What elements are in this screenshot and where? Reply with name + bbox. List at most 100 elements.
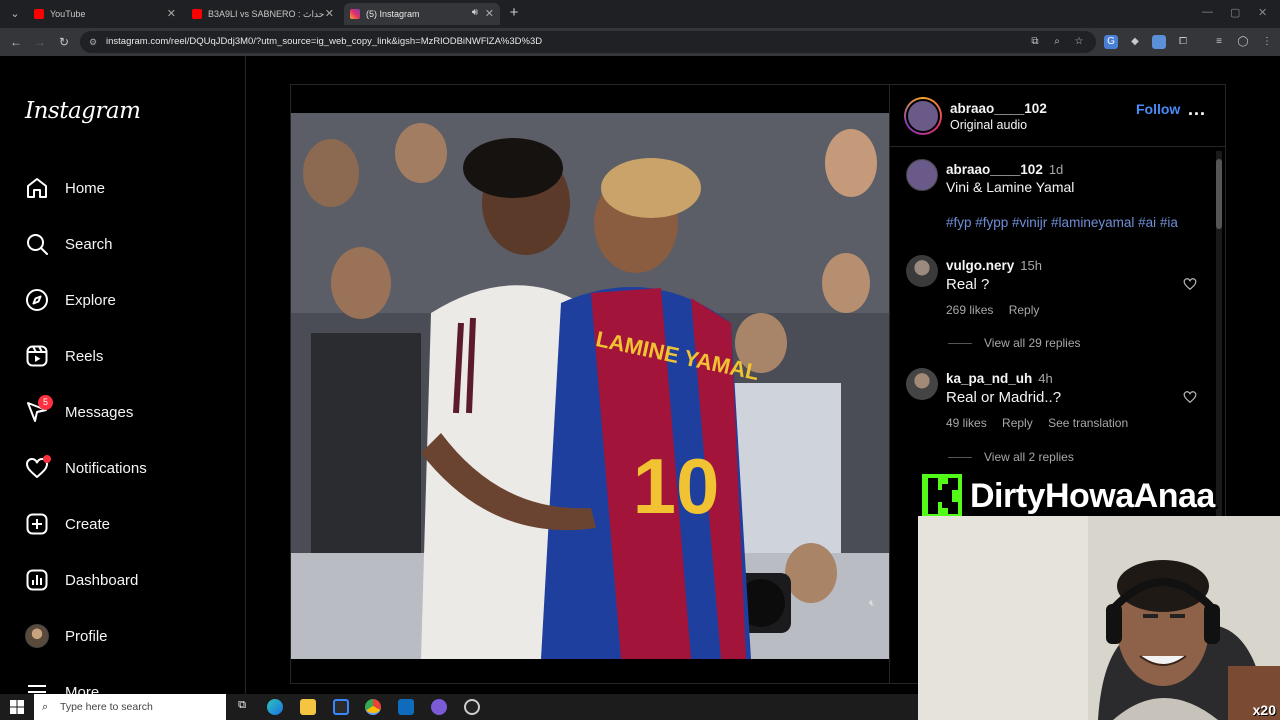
channel-name: DirtyHowaAnaa [970,476,1215,515]
comment-text: Real ? [946,276,990,293]
sidebar-item-label: Profile [65,627,108,645]
browser-toolbar: ← → ↻ ⚙ instagram.com/reel/DQUqJDdj3M0/?… [0,28,1280,56]
file-explorer-icon[interactable] [300,699,316,715]
tab-title: YouTube [50,9,86,19]
comment-username[interactable]: vulgo.nery [946,258,1014,273]
sidebar-item-search[interactable]: Search [25,230,113,258]
author-avatar[interactable] [904,97,942,135]
profile-icon[interactable]: ◯ [1236,35,1250,49]
notification-dot [43,455,51,463]
commenter-avatar[interactable] [906,255,938,287]
messages-badge: 5 [38,395,53,410]
extensions-puzzle-icon[interactable]: ⧠ [1176,35,1190,49]
compass-icon [25,288,49,312]
view-replies-button[interactable]: View all 29 replies [948,336,1081,350]
comments-scrollbar[interactable] [1216,151,1222,531]
mute-icon[interactable]: 🔇︎ [869,598,875,609]
audio-label[interactable]: Original audio [950,118,1027,132]
new-tab-button[interactable]: + [506,4,522,22]
replies-divider [948,456,972,458]
commenter-avatar[interactable] [906,368,938,400]
sidebar-item-label: Reels [65,347,104,365]
bookmark-star-icon[interactable]: ☆ [1072,35,1086,49]
store-icon[interactable] [333,699,349,715]
scrollbar-thumb[interactable] [1216,159,1222,229]
caption-text: Vini & Lamine Yamal [946,179,1075,195]
view-replies-button[interactable]: View all 2 replies [948,450,1074,464]
comment-reply-button[interactable]: Reply [1002,416,1033,430]
tab-close-icon[interactable]: ✕ [325,7,334,20]
reading-list-icon[interactable]: ≡ [1212,35,1226,49]
address-bar[interactable]: ⚙ instagram.com/reel/DQUqJDdj3M0/?utm_so… [80,31,1096,53]
sidebar-item-label: Notifications [65,459,147,477]
obs-icon[interactable] [464,699,480,715]
back-icon[interactable]: ← [8,34,24,50]
browser-tab-bar: ⌄ YouTube ✕ B3A9LI vs SABNERO : ج للأحدا… [0,0,1280,28]
caption-username[interactable]: abraao____102 [946,162,1043,177]
extension-diamond-icon[interactable]: ◆ [1128,35,1142,49]
author-username[interactable]: abraao____102 [950,101,1047,116]
caption-line: abraao____102 1d [946,161,1063,179]
comment-reply-button[interactable]: Reply [1009,303,1040,317]
caption-avatar[interactable] [906,159,938,191]
sidebar-item-notifications[interactable]: Notifications [25,454,147,482]
reload-icon[interactable]: ↻ [56,34,72,50]
sidebar-item-explore[interactable]: Explore [25,286,116,314]
task-view-icon[interactable]: ⧉ [234,699,250,715]
reels-icon [25,344,49,368]
extension-blue-icon[interactable] [1152,35,1166,49]
kick-logo-icon [922,474,962,518]
tab-b3a9li[interactable]: B3A9LI vs SABNERO : ج للأحداث ✕ [186,3,340,25]
sidebar-item-messages[interactable]: 5 Messages [25,395,134,426]
instagram-logo[interactable]: Instagram [25,98,141,124]
webcam-feed: x20 [918,516,1280,720]
stream-overlay-title: DirtyHowaAnaa [922,474,1215,518]
sidebar-item-create[interactable]: Create [25,510,110,538]
close-window-icon[interactable]: ✕ [1258,6,1267,19]
tab-youtube[interactable]: YouTube ✕ [28,3,182,25]
install-app-icon[interactable]: ⧉ [1028,35,1042,49]
sidebar-item-dashboard[interactable]: Dashboard [25,566,138,594]
like-heart-icon[interactable] [1183,390,1197,404]
minimize-icon[interactable]: — [1202,6,1213,18]
tab-search-chevron-icon[interactable]: ⌄ [6,5,24,23]
sidebar-item-label: Search [65,235,113,253]
outlook-icon[interactable] [398,699,414,715]
app-icon[interactable] [431,699,447,715]
comment-username[interactable]: ka_pa_nd_uh [946,371,1032,386]
chrome-icon[interactable] [365,699,381,715]
taskbar-search-placeholder: Type here to search [60,701,153,713]
reel-video[interactable]: 10 LAMINE YAMAL 🔇︎ [291,113,889,659]
zoom-icon[interactable]: ⌕ [1050,35,1064,49]
jersey-number: 10 [633,442,720,530]
maximize-icon[interactable]: ▢ [1230,6,1240,19]
extension-translate-icon[interactable]: G [1104,35,1118,49]
comment-likes[interactable]: 269 likes [946,303,993,317]
forward-icon[interactable]: → [32,34,48,50]
post-header: abraao____102 Original audio Follow ... [890,85,1225,147]
more-options-icon[interactable]: ... [1188,99,1206,120]
caption-hashtags[interactable]: #fyp #fypp #vinijr #lamineyamal #ai #ia [946,215,1178,230]
sidebar-item-reels[interactable]: Reels [25,342,103,370]
tab-instagram[interactable]: (5) Instagram 🔊︎ ✕ [344,3,500,25]
instagram-favicon-icon [350,9,360,19]
sidebar-item-profile[interactable]: Profile [25,622,108,650]
sidebar-item-label: Home [65,179,106,197]
sidebar-item-label: Messages [65,403,134,421]
taskbar-search-input[interactable]: ⌕ Type here to search [34,694,226,720]
comment-text: Real or Madrid..? [946,389,1062,406]
instagram-sidebar: Instagram Home Search Explore Reels 5 Me… [0,56,246,701]
comment-header: vulgo.nery 15h [946,257,1042,275]
see-translation-button[interactable]: See translation [1048,416,1128,430]
tab-close-icon[interactable]: ✕ [485,7,494,20]
windows-start-icon[interactable] [10,700,24,714]
chrome-menu-icon[interactable]: ⋮ [1260,35,1274,49]
sidebar-item-home[interactable]: Home [25,174,105,202]
audio-playing-icon[interactable]: 🔊︎ [472,7,478,18]
like-heart-icon[interactable] [1183,277,1197,291]
tab-close-icon[interactable]: ✕ [167,7,176,20]
site-info-icon[interactable]: ⚙ [89,31,97,53]
comment-likes[interactable]: 49 likes [946,416,987,430]
follow-button[interactable]: Follow [1136,101,1180,117]
edge-icon[interactable] [267,699,283,715]
